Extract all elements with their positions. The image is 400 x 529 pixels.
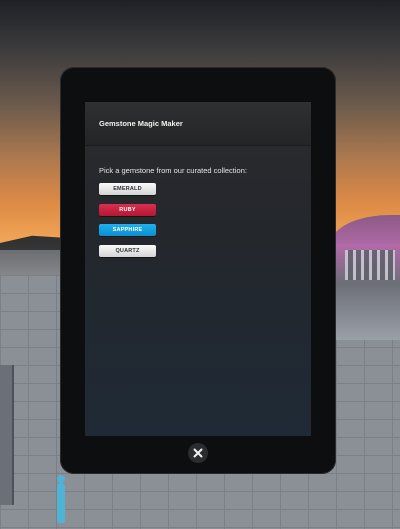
sapphire-button[interactable]: SAPPHIRE (99, 224, 156, 236)
building-windows (345, 250, 395, 280)
quartz-button[interactable]: QUARTZ (99, 245, 156, 257)
ruby-button[interactable]: RUBY (99, 204, 156, 216)
gemstone-prompt: Pick a gemstone from our curated collect… (99, 166, 247, 175)
close-button[interactable] (188, 443, 208, 463)
app-title: Gemstone Magic Maker (99, 119, 183, 128)
close-icon (193, 448, 203, 458)
app-header: Gemstone Magic Maker (85, 102, 311, 146)
tablet-screen: Gemstone Magic Maker Pick a gemstone fro… (85, 102, 311, 436)
emerald-button[interactable]: EMERALD (99, 183, 156, 195)
avatar (57, 475, 65, 523)
tower-structure (0, 365, 14, 505)
